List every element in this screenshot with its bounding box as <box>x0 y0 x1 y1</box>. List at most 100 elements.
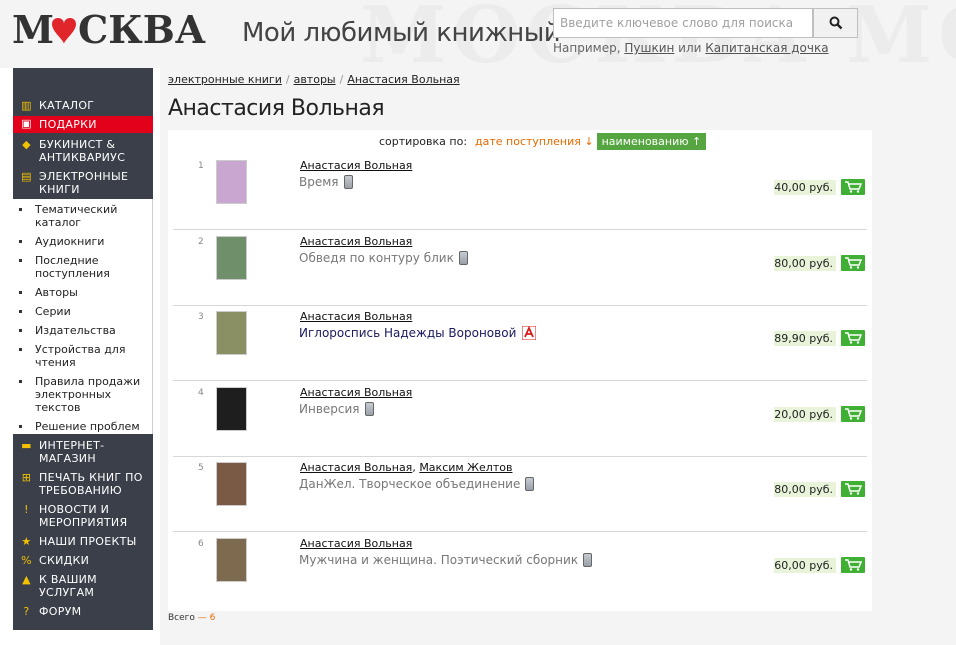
bullet-icon <box>19 380 22 383</box>
breadcrumb-ebooks[interactable]: электронные книги <box>168 73 282 86</box>
bullet-icon <box>19 259 22 262</box>
cart-icon <box>845 559 862 571</box>
price: 60,00 руб. <box>774 558 836 573</box>
sort-label: сортировка по: <box>379 134 468 148</box>
sidebar-item-label: Подарки <box>39 118 97 131</box>
site-tagline: Мой любимый книжный <box>242 18 561 48</box>
cart-icon <box>845 332 862 344</box>
ereader-device-icon <box>525 477 535 491</box>
add-to-cart-button[interactable] <box>841 179 865 195</box>
sidebar-item-label: Интернет-магазин <box>39 439 105 465</box>
add-to-cart-button[interactable] <box>841 255 865 271</box>
sidebar-item-label: К вашим услугам <box>39 573 97 599</box>
author-line: Анастасия Вольная <box>300 386 412 399</box>
book-cover[interactable] <box>216 236 247 280</box>
book-cover[interactable] <box>216 160 247 204</box>
sidebar: ▥ Каталог ▣ Подарки ◆ Букинист & антиква… <box>13 68 153 630</box>
sidebar-item-label: Новости и мероприятия <box>39 503 128 529</box>
book-cover[interactable] <box>216 387 247 431</box>
book-title: ДанЖел. Творческое объединение <box>299 477 521 491</box>
author-link[interactable]: Анастасия Вольная <box>300 235 412 248</box>
author-line: Анастасия Вольная <box>300 159 412 172</box>
site-logo[interactable]: М СКВА <box>12 7 212 52</box>
cart-icon: ▬ <box>21 439 32 452</box>
book-title: Мужчина и женщина. Поэтический сборник <box>299 553 579 567</box>
book-cover[interactable] <box>216 538 247 582</box>
sort-by-date[interactable]: дате поступления ↓ <box>475 135 594 148</box>
sidebar-item-label: Наши проекты <box>39 535 137 548</box>
sidebar-item-label: Букинист & антиквариус <box>39 138 126 164</box>
subnav-item-label: Издательства <box>35 324 116 337</box>
author-link[interactable]: Анастасия Вольная <box>300 461 412 474</box>
row-number: 2 <box>198 237 204 247</box>
cart-icon <box>845 257 862 269</box>
breadcrumb-separator: / <box>285 73 290 86</box>
book-title: Инверсия <box>299 402 360 416</box>
bullet-icon <box>19 291 22 294</box>
book-title: Иглороспись Надежды Вороновой <box>299 326 517 340</box>
question-icon: ? <box>23 605 30 618</box>
title-line[interactable]: Инверсия <box>299 402 374 416</box>
book-cover[interactable] <box>216 462 247 506</box>
author-link[interactable]: Максим Желтов <box>419 461 512 474</box>
add-to-cart-button[interactable] <box>841 330 865 346</box>
price: 20,00 руб. <box>774 407 836 422</box>
bullet-icon <box>19 310 22 313</box>
author-link[interactable]: Анастасия Вольная <box>300 310 412 323</box>
ereader-device-icon <box>583 553 593 567</box>
bullet-icon <box>19 329 22 332</box>
cart-icon <box>845 181 862 193</box>
subnav-item-label: Серии <box>35 305 71 318</box>
svg-text:СКВА: СКВА <box>78 10 206 50</box>
total-count: Всего — 6 <box>168 613 215 623</box>
sidebar-item-label: Электронные книги <box>39 170 129 196</box>
sidebar-item-gifts[interactable]: ▣ Подарки <box>13 116 153 133</box>
antique-icon: ◆ <box>22 138 31 151</box>
subnav-item-label: Аудиокниги <box>35 235 105 248</box>
title-line[interactable]: ДанЖел. Творческое объединение <box>299 477 535 491</box>
title-line[interactable]: Мужчина и женщина. Поэтический сборник <box>299 553 593 567</box>
title-line[interactable]: Время <box>299 175 353 189</box>
title-line[interactable]: Иглороспись Надежды Вороновой <box>299 326 537 340</box>
row-divider <box>173 531 867 532</box>
sidebar-item-label: Печать книг по требованию <box>39 471 143 497</box>
hint-link-pushkin[interactable]: Пушкин <box>624 41 674 55</box>
add-to-cart-button[interactable] <box>841 406 865 422</box>
sidebar-item-label: Форум <box>39 605 82 618</box>
cart-icon <box>845 483 862 495</box>
sort-by-name[interactable]: наименованию ↑ <box>596 132 707 150</box>
hint-link-kapitanskaya[interactable]: Капитанская дочка <box>705 41 828 55</box>
search-icon <box>829 16 842 30</box>
add-to-cart-button[interactable] <box>841 557 865 573</box>
hint-prefix: Например, <box>553 41 621 55</box>
author-link[interactable]: Анастасия Вольная <box>300 159 412 172</box>
book-title: Время <box>299 175 339 189</box>
ereader-device-icon <box>343 175 353 189</box>
price: 80,00 руб. <box>774 256 836 271</box>
product-row: 3 Анастасия Вольная Иглороспись Надежды … <box>173 306 867 381</box>
sidebar-item-label: Каталог <box>39 99 95 112</box>
row-number: 3 <box>198 312 204 322</box>
author-line: Анастасия Вольная <box>300 537 412 550</box>
ebooks-subnav: Тематический каталог Аудиокниги Последни… <box>13 199 153 434</box>
book-cover[interactable] <box>216 311 247 355</box>
title-line[interactable]: Обведя по контуру блик <box>299 251 468 265</box>
breadcrumb-author[interactable]: Анастасия Вольная <box>347 73 459 86</box>
subnav-item-label: Устройства для чтения <box>35 343 126 369</box>
bag-icon: ▲ <box>22 573 31 586</box>
subnav-item-label: Последние поступления <box>35 254 110 280</box>
breadcrumb-authors[interactable]: авторы <box>294 73 336 86</box>
product-row: 2 Анастасия Вольная Обведя по контуру бл… <box>173 231 867 306</box>
bullet-icon <box>19 425 22 428</box>
product-row: 5 Анастасия Вольная, Максим Желтов ДанЖе… <box>173 457 867 532</box>
search-button[interactable] <box>813 8 858 38</box>
page-title: Анастасия Вольная <box>168 96 385 121</box>
book-title: Обведя по контуру блик <box>299 251 454 265</box>
search-input[interactable] <box>553 8 813 38</box>
ebook-icon: ▤ <box>21 170 32 183</box>
breadcrumb: электронные книги / авторы / Анастасия Вольн… <box>168 73 460 86</box>
svg-text:М: М <box>12 10 54 50</box>
author-link[interactable]: Анастасия Вольная <box>300 386 412 399</box>
add-to-cart-button[interactable] <box>841 481 865 497</box>
author-link[interactable]: Анастасия Вольная <box>300 537 412 550</box>
